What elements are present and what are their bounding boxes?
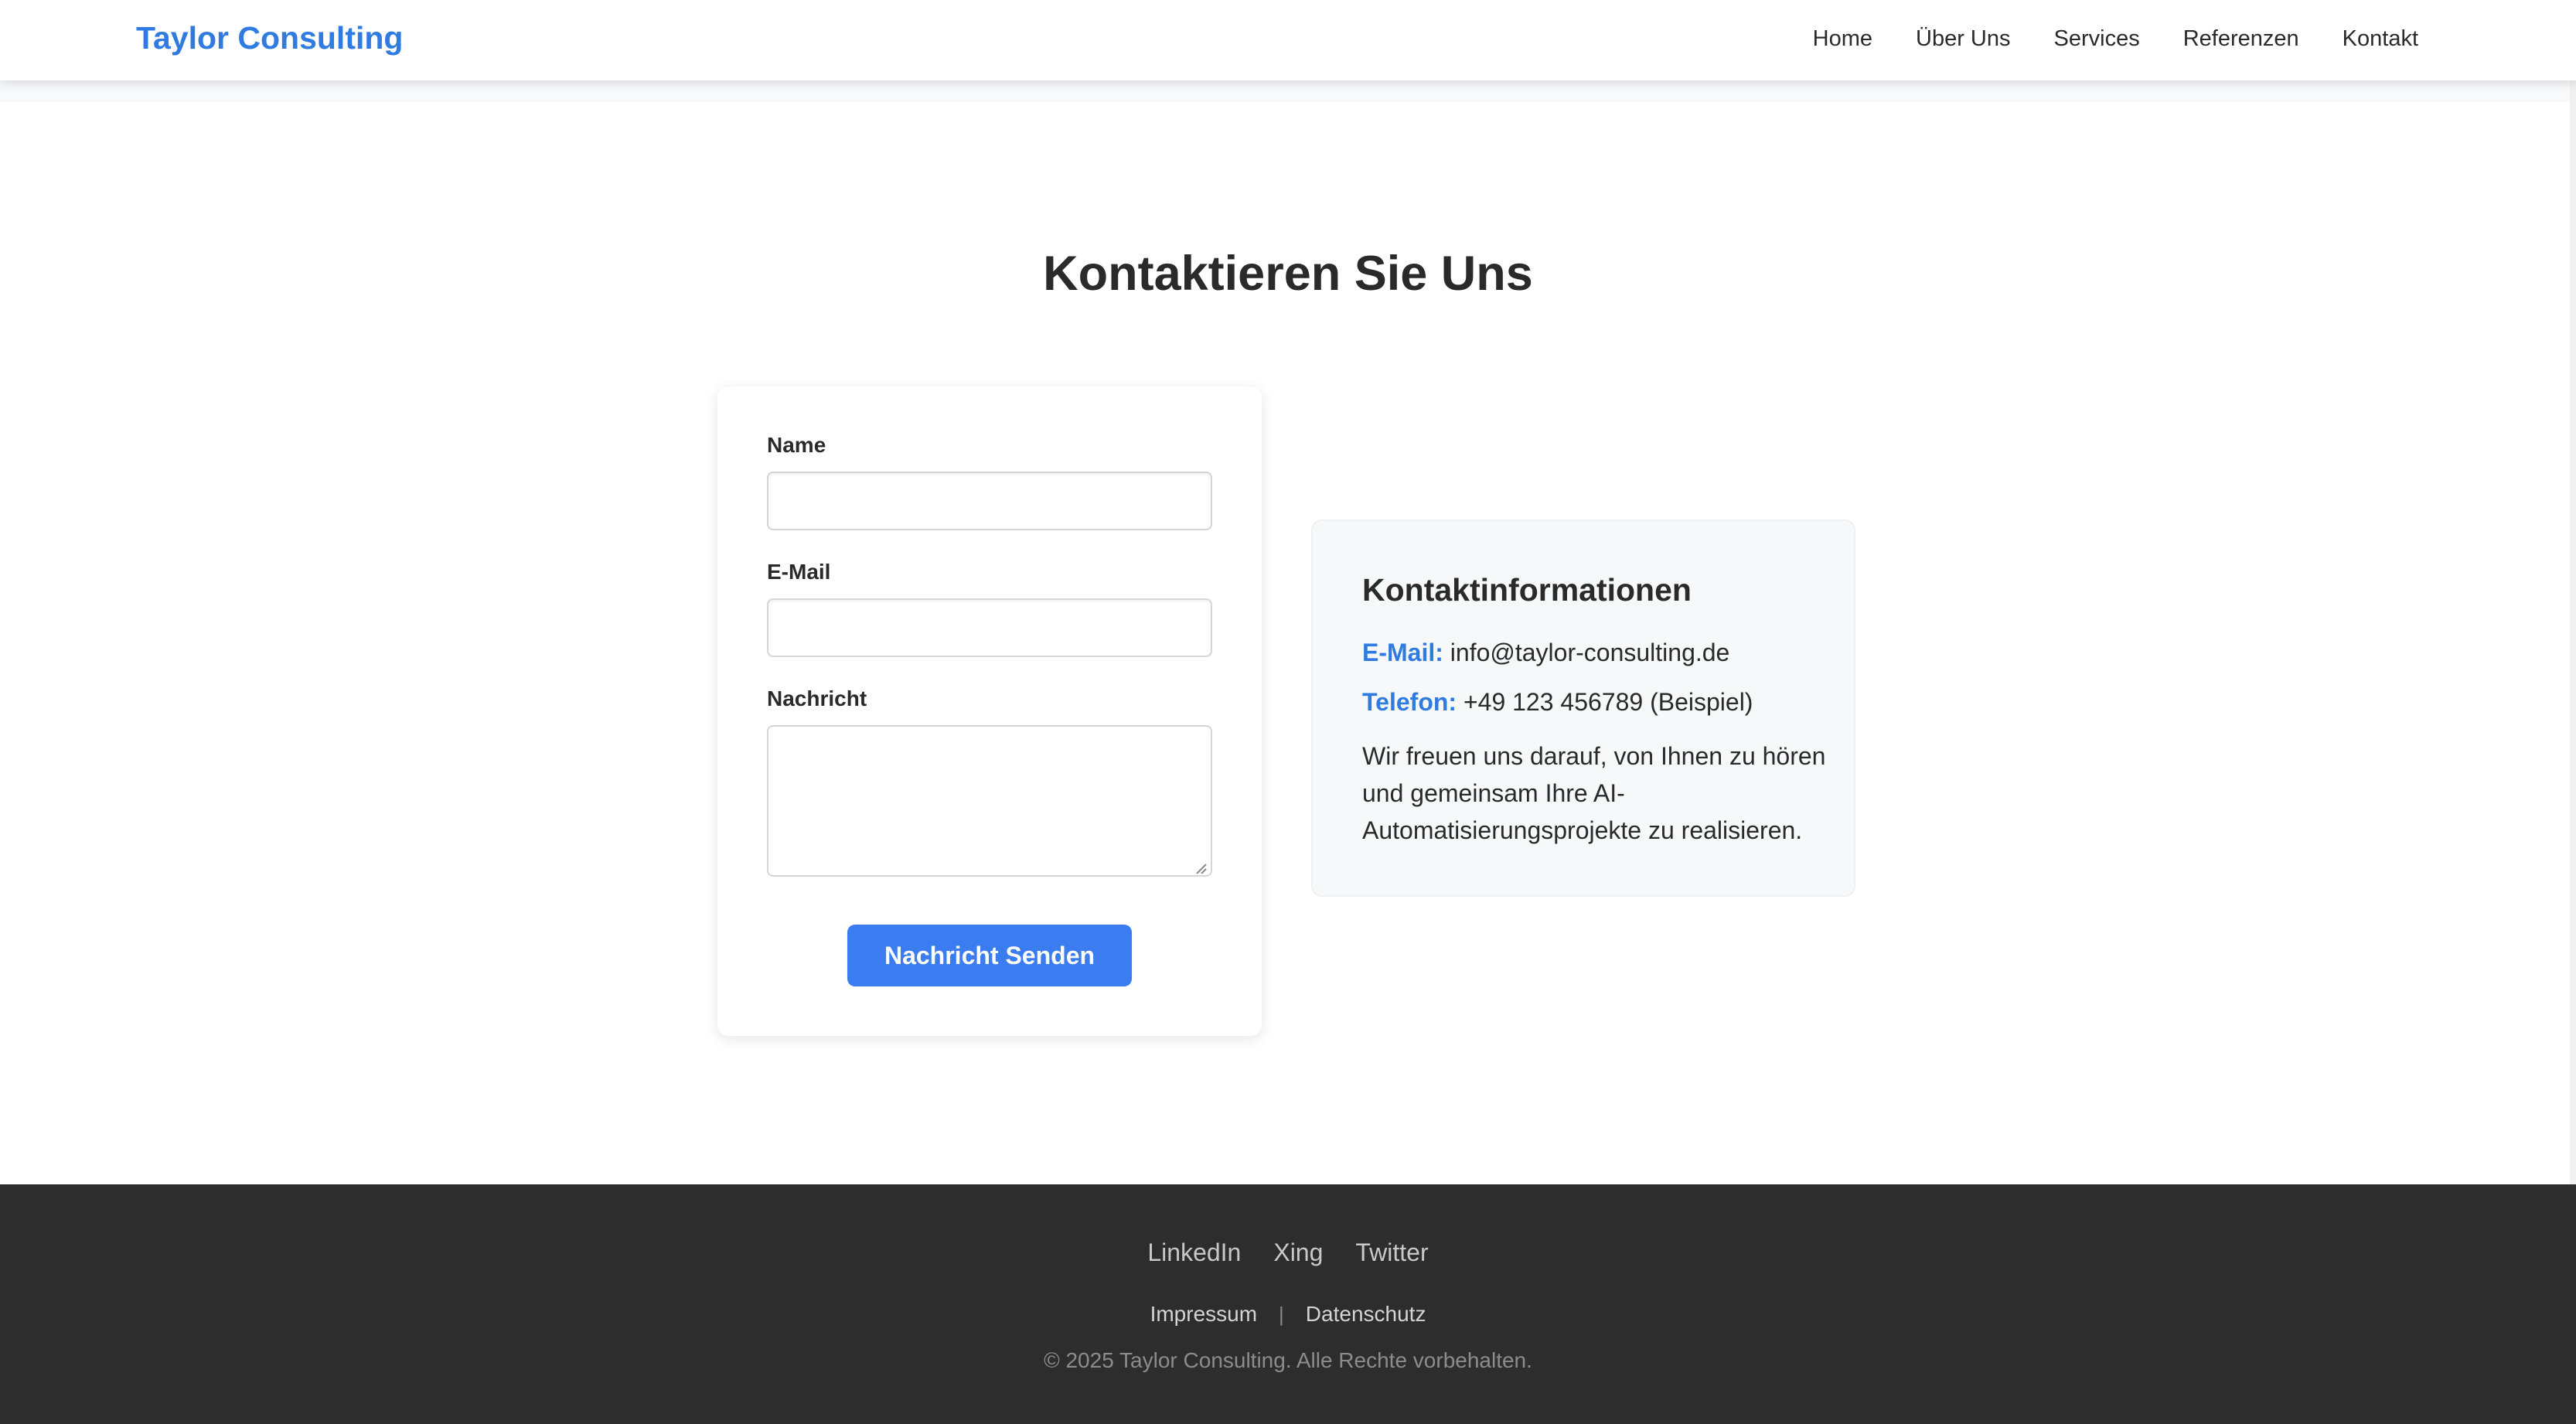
- page-title: Kontaktieren Sie Uns: [1043, 247, 1533, 301]
- email-label: E-Mail: [767, 560, 831, 584]
- nav-item-home[interactable]: Home: [1813, 26, 1872, 52]
- message-textarea[interactable]: [767, 725, 1212, 877]
- nav-item-about[interactable]: Über Uns: [1916, 26, 2011, 52]
- contact-email-value: info@taylor-consulting.de: [1450, 639, 1730, 666]
- contact-info-card: Kontaktinformationen E-Mail: info@taylor…: [1311, 520, 1855, 897]
- contact-info-title: Kontaktinformationen: [1362, 572, 1692, 608]
- email-input[interactable]: [767, 598, 1212, 657]
- social-link-twitter[interactable]: Twitter: [1355, 1238, 1428, 1267]
- page: Taylor Consulting Home Über Uns Services…: [0, 0, 2576, 1424]
- social-links: LinkedIn Xing Twitter: [0, 1238, 2576, 1267]
- contact-info-text: Wir freuen uns darauf, von Ihnen zu höre…: [1362, 742, 1826, 844]
- legal-links: Impressum | Datenschutz: [0, 1302, 2576, 1327]
- site-logo[interactable]: Taylor Consulting: [136, 20, 403, 56]
- social-link-linkedin[interactable]: LinkedIn: [1147, 1238, 1241, 1267]
- scrollbar-track[interactable]: [2570, 0, 2576, 1184]
- message-label: Nachricht: [767, 686, 867, 710]
- legal-link-impressum[interactable]: Impressum: [1150, 1302, 1257, 1327]
- contact-form: Name E-Mail Nachricht Nachricht Senden: [717, 387, 1262, 1036]
- main-nav: Home Über Uns Services Referenzen Kontak…: [1770, 26, 2418, 52]
- contact-email-key: E-Mail:: [1362, 639, 1443, 666]
- name-input[interactable]: [767, 472, 1212, 530]
- nav-item-references[interactable]: Referenzen: [2183, 26, 2299, 52]
- name-label: Name: [767, 433, 826, 457]
- social-link-xing[interactable]: Xing: [1273, 1238, 1323, 1267]
- site-header: Taylor Consulting Home Über Uns Services…: [0, 0, 2576, 80]
- send-message-button[interactable]: Nachricht Senden: [847, 925, 1132, 986]
- site-footer: LinkedIn Xing Twitter Impressum | Datens…: [0, 1184, 2576, 1424]
- contact-phone-row: Telefon: +49 123 456789 (Beispiel): [1362, 688, 1753, 717]
- legal-link-datenschutz[interactable]: Datenschutz: [1306, 1302, 1426, 1327]
- nav-item-contact[interactable]: Kontakt: [2343, 26, 2418, 52]
- contact-phone-key: Telefon:: [1362, 688, 1457, 716]
- header-band: [0, 80, 2576, 102]
- copyright-text: © 2025 Taylor Consulting. Alle Rechte vo…: [1044, 1348, 1532, 1372]
- contact-phone-value: +49 123 456789 (Beispiel): [1463, 688, 1753, 716]
- legal-separator: |: [1279, 1302, 1284, 1326]
- nav-item-services[interactable]: Services: [2054, 26, 2140, 52]
- resize-grip-icon[interactable]: [1192, 860, 1208, 875]
- contact-email-row: E-Mail: info@taylor-consulting.de: [1362, 639, 1729, 667]
